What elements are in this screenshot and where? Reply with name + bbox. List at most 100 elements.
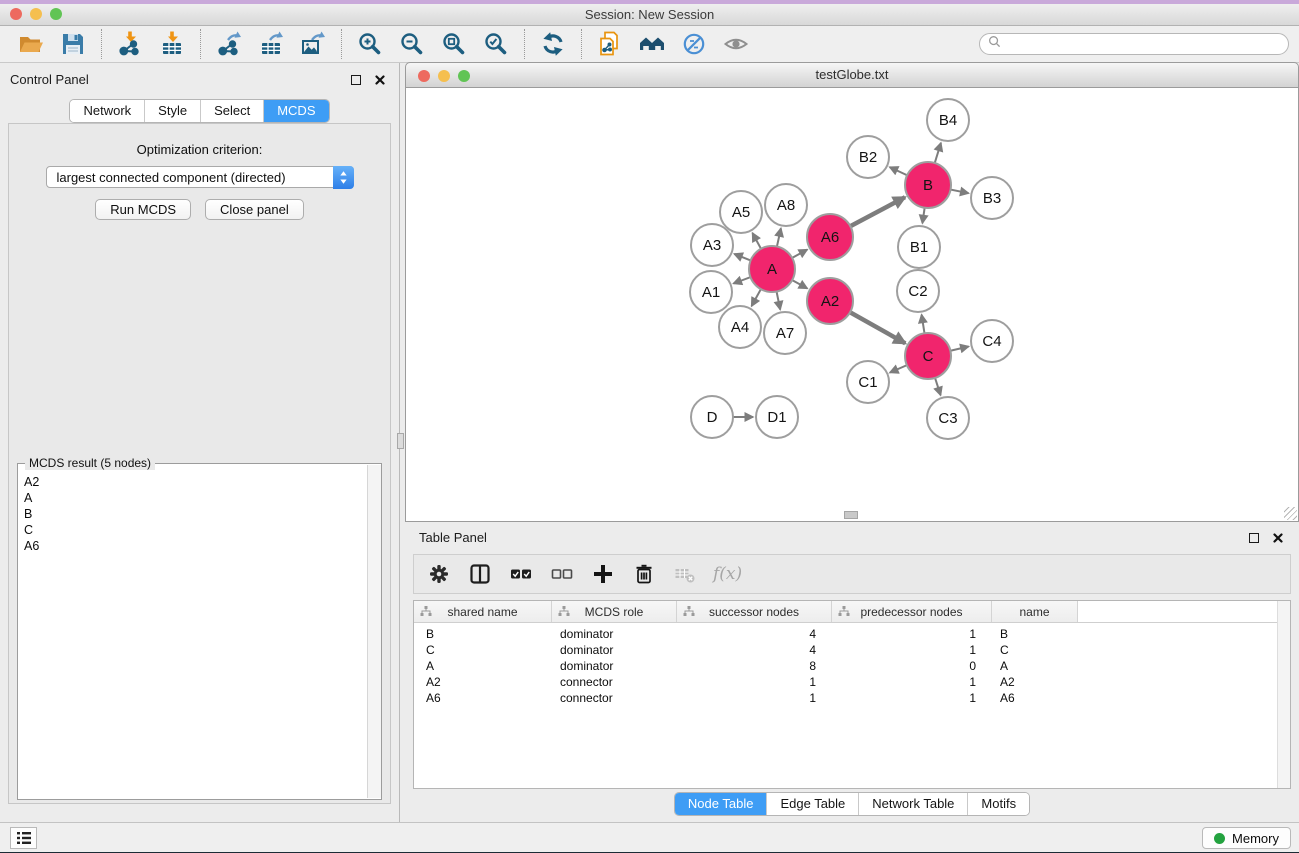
graph-node-C2[interactable]: C2 [897,270,939,312]
minimize-traffic-light[interactable] [438,70,450,82]
graph-node-B1[interactable]: B1 [898,226,940,268]
hide-details-button[interactable] [673,28,715,60]
close-traffic-light[interactable] [10,8,22,20]
close-table-panel-button[interactable] [1271,531,1285,545]
zoom-in-button[interactable] [349,28,391,60]
float-panel-button[interactable] [349,73,363,87]
horizontal-scroll-thumb[interactable] [844,511,858,519]
table-row[interactable]: Bdominator41B [414,626,1290,642]
cell-name[interactable]: C [992,642,1078,658]
tab-motifs[interactable]: Motifs [967,793,1029,815]
graph-node-A3[interactable]: A3 [691,224,733,266]
column-header-shared-name[interactable]: shared name [414,601,552,622]
graph-node-A7[interactable]: A7 [764,312,806,354]
select-all-button[interactable] [508,560,534,588]
graph-node-A1[interactable]: A1 [690,271,732,313]
cell-predecessor-nodes[interactable]: 1 [832,642,992,658]
zoom-fit-button[interactable] [433,28,475,60]
cell-MCDS-role[interactable]: connector [552,690,677,706]
graph-node-A2[interactable]: A2 [807,278,853,324]
mcds-result-item[interactable]: A2 [24,474,381,490]
cell-MCDS-role[interactable]: connector [552,674,677,690]
tab-network[interactable]: Network [70,100,144,122]
graph-node-D[interactable]: D [691,396,733,438]
graph-node-C3[interactable]: C3 [927,397,969,439]
settings-button[interactable] [426,560,452,588]
graph-node-A[interactable]: A [749,246,795,292]
float-table-panel-button[interactable] [1247,531,1261,545]
refresh-button[interactable] [532,28,574,60]
cell-name[interactable]: B [992,626,1078,642]
column-view-button[interactable] [467,560,493,588]
zoom-traffic-light[interactable] [458,70,470,82]
zoom-selected-button[interactable] [475,28,517,60]
graph-node-C4[interactable]: C4 [971,320,1013,362]
column-header-successor-nodes[interactable]: successor nodes [677,601,832,622]
save-button[interactable] [52,28,94,60]
import-network-button[interactable] [109,28,151,60]
search-box[interactable] [979,33,1289,55]
resize-grip-icon[interactable] [1284,507,1297,520]
graph-node-A8[interactable]: A8 [765,184,807,226]
table-row[interactable]: Adominator80A [414,658,1290,674]
tab-style[interactable]: Style [144,100,200,122]
mcds-result-item[interactable]: C [24,522,381,538]
zoom-traffic-light[interactable] [50,8,62,20]
tab-select[interactable]: Select [200,100,263,122]
tab-edge-table[interactable]: Edge Table [766,793,858,815]
cell-predecessor-nodes[interactable]: 0 [832,658,992,674]
cell-successor-nodes[interactable]: 4 [677,626,832,642]
function-builder-button[interactable]: f(x) [713,560,742,588]
cell-successor-nodes[interactable]: 1 [677,674,832,690]
delete-table-button[interactable] [672,560,698,588]
cell-shared-name[interactable]: B [414,626,552,642]
graph-node-B4[interactable]: B4 [927,99,969,141]
deselect-all-button[interactable] [549,560,575,588]
export-table-button[interactable] [250,28,292,60]
cell-MCDS-role[interactable]: dominator [552,658,677,674]
cell-shared-name[interactable]: A2 [414,674,552,690]
cell-shared-name[interactable]: C [414,642,552,658]
graph-node-A6[interactable]: A6 [807,214,853,260]
panel-divider-grip[interactable] [397,433,404,449]
tab-node-table[interactable]: Node Table [675,793,767,815]
graph-node-A4[interactable]: A4 [719,306,761,348]
close-panel-button[interactable] [373,73,387,87]
duplicate-network-button[interactable] [589,28,631,60]
run-mcds-button[interactable]: Run MCDS [95,199,191,220]
add-button[interactable] [590,560,616,588]
result-scrollbar[interactable] [367,465,381,798]
cell-MCDS-role[interactable]: dominator [552,642,677,658]
mcds-result-item[interactable]: A [24,490,381,506]
optimization-criterion-select[interactable]: largest connected component (directed) [46,166,354,188]
import-table-button[interactable] [151,28,193,60]
zoom-out-button[interactable] [391,28,433,60]
graph-node-A5[interactable]: A5 [720,191,762,233]
memory-button[interactable]: Memory [1202,827,1291,849]
cell-shared-name[interactable]: A [414,658,552,674]
column-header-predecessor-nodes[interactable]: predecessor nodes [832,601,992,622]
cell-predecessor-nodes[interactable]: 1 [832,690,992,706]
cell-name[interactable]: A2 [992,674,1078,690]
network-canvas[interactable]: B4B2BB3A8A5A6A3B1AA1C2A2A4A7C4CC1DD1C3 [405,88,1299,522]
graph-node-B2[interactable]: B2 [847,136,889,178]
tab-mcds[interactable]: MCDS [263,100,328,122]
close-traffic-light[interactable] [418,70,430,82]
task-history-button[interactable] [10,827,37,849]
eye-button[interactable] [715,28,757,60]
cell-predecessor-nodes[interactable]: 1 [832,674,992,690]
graph-node-C1[interactable]: C1 [847,361,889,403]
search-input[interactable] [1006,36,1280,52]
cell-shared-name[interactable]: A6 [414,690,552,706]
cell-MCDS-role[interactable]: dominator [552,626,677,642]
close-panel-action-button[interactable]: Close panel [205,199,304,220]
cell-name[interactable]: A [992,658,1078,674]
cell-successor-nodes[interactable]: 1 [677,690,832,706]
cell-predecessor-nodes[interactable]: 1 [832,626,992,642]
export-image-button[interactable] [292,28,334,60]
export-network-button[interactable] [208,28,250,60]
cell-successor-nodes[interactable]: 8 [677,658,832,674]
table-row[interactable]: Cdominator41C [414,642,1290,658]
graph-node-D1[interactable]: D1 [756,396,798,438]
minimize-traffic-light[interactable] [30,8,42,20]
